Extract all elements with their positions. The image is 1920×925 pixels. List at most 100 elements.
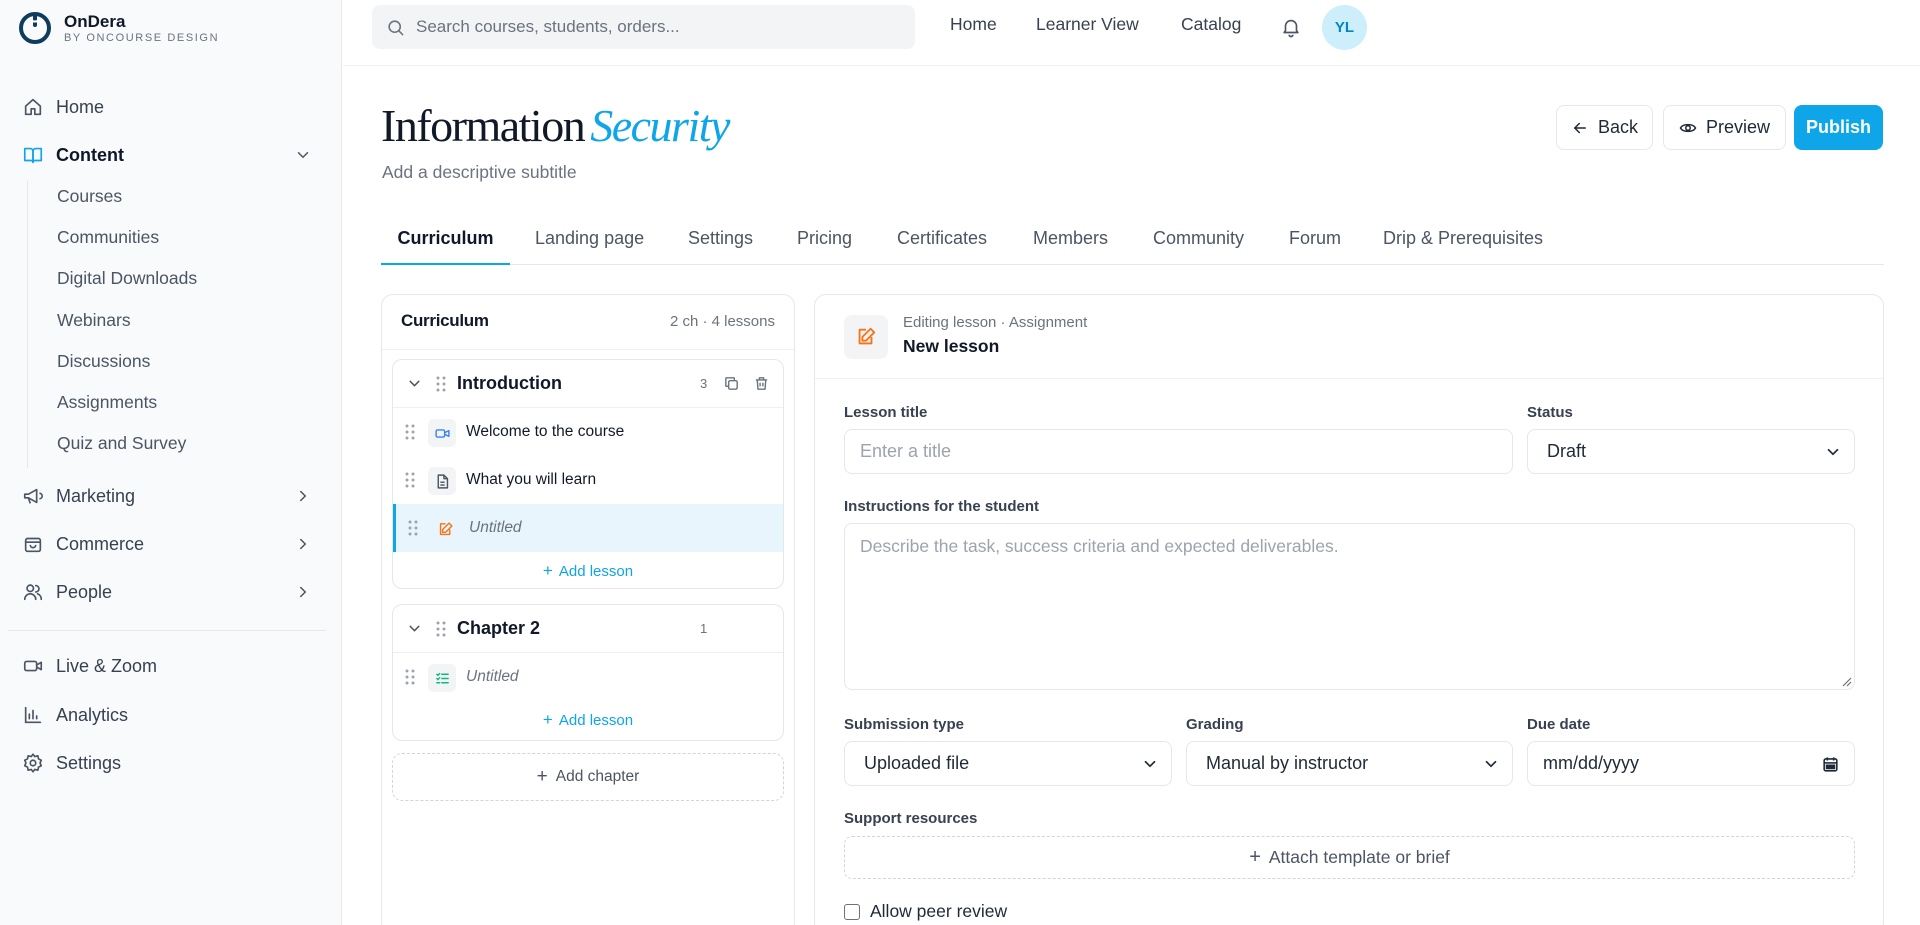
drag-handle-icon[interactable] xyxy=(407,519,419,537)
drag-handle-icon[interactable] xyxy=(404,423,416,441)
grading-select[interactable]: Manual by instructor xyxy=(1186,741,1513,786)
sidebar-item-people[interactable]: People xyxy=(8,572,326,612)
chevron-down-icon[interactable] xyxy=(406,620,423,637)
sidebar-item-label: Content xyxy=(56,144,124,165)
calendar-icon[interactable] xyxy=(1821,755,1840,774)
shopping-bag-icon xyxy=(24,537,42,553)
add-lesson-button[interactable]: + Add lesson xyxy=(393,701,783,739)
tab-community[interactable]: Community xyxy=(1153,228,1244,265)
lesson-title-input[interactable] xyxy=(844,429,1513,474)
lesson-row[interactable]: Untitled xyxy=(393,653,783,701)
chevron-right-icon[interactable] xyxy=(294,535,312,553)
sidebar-subitem-digital-downloads[interactable]: Digital Downloads xyxy=(57,263,197,293)
sidebar-item-label: Marketing xyxy=(56,485,136,506)
search-icon xyxy=(388,19,404,35)
chevron-down-icon[interactable] xyxy=(406,375,423,392)
drag-handle-icon[interactable] xyxy=(404,471,416,489)
sidebar-subitem-discussions[interactable]: Discussions xyxy=(57,346,150,376)
trash-icon[interactable] xyxy=(753,375,770,392)
brand-tagline: BY ONCOURSE DESIGN xyxy=(64,31,220,44)
add-chapter-button[interactable]: + Add chapter xyxy=(392,753,784,801)
tab-pricing[interactable]: Pricing xyxy=(797,228,852,265)
sidebar: OnDera BY ONCOURSE DESIGN Home Content C… xyxy=(0,0,342,925)
chevron-down-icon xyxy=(1485,760,1497,768)
sidebar-item-analytics[interactable]: Analytics xyxy=(8,695,326,735)
sidebar-subitem-webinars[interactable]: Webinars xyxy=(57,305,131,335)
lesson-name: Untitled xyxy=(469,519,522,536)
bell-icon[interactable] xyxy=(1280,16,1302,38)
attach-template-button[interactable]: + Attach template or brief xyxy=(844,836,1855,879)
preview-label: Preview xyxy=(1705,117,1771,137)
sidebar-item-live-zoom[interactable]: Live & Zoom xyxy=(8,646,326,686)
editor-header: Editing lesson · Assignment New lesson xyxy=(815,295,1883,379)
sidebar-subitem-quiz-survey[interactable]: Quiz and Survey xyxy=(57,428,186,458)
status-select[interactable]: Draft xyxy=(1527,429,1855,474)
chevron-right-icon[interactable] xyxy=(294,487,312,505)
resize-handle-icon[interactable] xyxy=(1840,675,1852,687)
avatar[interactable]: YL xyxy=(1322,5,1367,50)
page-subtitle[interactable]: Add a descriptive subtitle xyxy=(382,162,577,183)
instructions-textarea[interactable] xyxy=(844,523,1855,690)
checkbox[interactable] xyxy=(844,903,860,920)
lesson-editor-panel: Editing lesson · Assignment New lesson L… xyxy=(814,294,1884,925)
brand-logo-icon xyxy=(19,12,51,44)
top-link-catalog[interactable]: Catalog xyxy=(1181,14,1241,35)
bar-chart-icon xyxy=(24,706,42,724)
title-main: Information xyxy=(381,100,586,151)
search-input[interactable] xyxy=(416,17,896,37)
add-lesson-button[interactable]: + Add lesson xyxy=(393,552,783,588)
drag-handle-icon[interactable] xyxy=(435,620,447,638)
lesson-title-label: Lesson title xyxy=(844,404,928,421)
top-link-home[interactable]: Home xyxy=(950,14,997,35)
chapter-card: Chapter 2 1 Untitled + Add lesson xyxy=(392,604,784,741)
sidebar-item-settings[interactable]: Settings xyxy=(8,743,326,783)
preview-button[interactable]: Preview xyxy=(1663,105,1786,150)
due-date-label: Due date xyxy=(1527,716,1591,733)
lesson-row[interactable]: What you will learn xyxy=(393,456,783,504)
tab-members[interactable]: Members xyxy=(1033,228,1108,265)
publish-button[interactable]: Publish xyxy=(1794,105,1883,150)
tab-settings[interactable]: Settings xyxy=(688,228,753,265)
tab-curriculum[interactable]: Curriculum xyxy=(381,228,510,265)
drag-handle-icon[interactable] xyxy=(435,375,447,393)
tab-landing-page[interactable]: Landing page xyxy=(535,228,644,265)
top-link-learner-view[interactable]: Learner View xyxy=(1036,14,1139,35)
sidebar-item-commerce[interactable]: Commerce xyxy=(8,524,326,564)
chevron-right-icon[interactable] xyxy=(294,583,312,601)
sidebar-subitem-courses[interactable]: Courses xyxy=(57,181,122,211)
lesson-name: Welcome to the course xyxy=(466,423,625,440)
chevron-down-icon[interactable] xyxy=(294,146,312,164)
sidebar-item-home[interactable]: Home xyxy=(8,87,326,127)
editor-lesson-name: New lesson xyxy=(903,336,1000,356)
sidebar-item-marketing[interactable]: Marketing xyxy=(8,476,326,516)
curriculum-header: Curriculum 2 ch · 4 lessons xyxy=(382,295,794,350)
lesson-row-selected[interactable]: Untitled xyxy=(393,504,783,552)
tab-certificates[interactable]: Certificates xyxy=(897,228,987,265)
search-bar[interactable] xyxy=(372,5,915,49)
copy-icon[interactable] xyxy=(723,375,740,392)
back-button[interactable]: Back xyxy=(1556,105,1653,150)
drag-handle-icon[interactable] xyxy=(404,668,416,686)
lesson-type-badge xyxy=(428,664,456,692)
brand[interactable]: OnDera BY ONCOURSE DESIGN xyxy=(18,8,219,48)
lesson-name: What you will learn xyxy=(466,471,597,488)
chapter-header[interactable]: Introduction 3 xyxy=(393,360,783,408)
support-resources-label: Support resources xyxy=(844,810,978,827)
chapter-name[interactable]: Introduction xyxy=(457,373,562,394)
chapter-name[interactable]: Chapter 2 xyxy=(457,618,540,639)
tab-forum[interactable]: Forum xyxy=(1289,228,1341,265)
chapter-header[interactable]: Chapter 2 1 xyxy=(393,605,783,653)
sidebar-subitem-assignments[interactable]: Assignments xyxy=(57,387,157,417)
plus-icon: + xyxy=(542,561,553,580)
sidebar-subitem-communities[interactable]: Communities xyxy=(57,222,159,252)
lesson-row[interactable]: Welcome to the course xyxy=(393,408,783,456)
megaphone-icon xyxy=(23,488,43,504)
brand-name: OnDera xyxy=(64,11,126,31)
curriculum-title: Curriculum xyxy=(401,311,489,330)
sidebar-item-content[interactable]: Content xyxy=(8,135,326,175)
submission-type-select[interactable]: Uploaded file xyxy=(844,741,1172,786)
due-date-input[interactable]: mm/dd/yyyy xyxy=(1527,741,1855,786)
attach-label: Attach template or brief xyxy=(1268,847,1450,867)
peer-review-checkbox[interactable]: Allow peer review xyxy=(844,901,1007,922)
tab-drip-prerequisites[interactable]: Drip & Prerequisites xyxy=(1383,228,1543,265)
